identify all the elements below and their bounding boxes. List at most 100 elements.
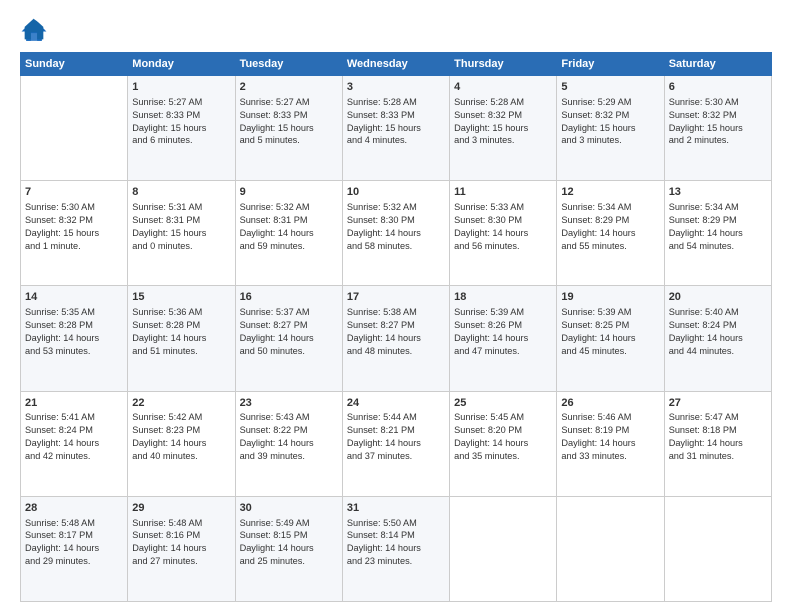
day-info: Sunrise: 5:38 AM Sunset: 8:27 PM Dayligh…: [347, 306, 445, 358]
day-number: 5: [561, 80, 659, 95]
day-number: 8: [132, 185, 230, 200]
week-row-2: 14Sunrise: 5:35 AM Sunset: 8:28 PM Dayli…: [21, 286, 772, 391]
calendar-cell: 5Sunrise: 5:29 AM Sunset: 8:32 PM Daylig…: [557, 76, 664, 181]
day-info: Sunrise: 5:33 AM Sunset: 8:30 PM Dayligh…: [454, 201, 552, 253]
calendar-cell: 28Sunrise: 5:48 AM Sunset: 8:17 PM Dayli…: [21, 496, 128, 601]
day-info: Sunrise: 5:31 AM Sunset: 8:31 PM Dayligh…: [132, 201, 230, 253]
calendar-cell: 16Sunrise: 5:37 AM Sunset: 8:27 PM Dayli…: [235, 286, 342, 391]
calendar-cell: 20Sunrise: 5:40 AM Sunset: 8:24 PM Dayli…: [664, 286, 771, 391]
day-number: 29: [132, 501, 230, 516]
day-number: 7: [25, 185, 123, 200]
calendar-cell: 14Sunrise: 5:35 AM Sunset: 8:28 PM Dayli…: [21, 286, 128, 391]
calendar-cell: 18Sunrise: 5:39 AM Sunset: 8:26 PM Dayli…: [450, 286, 557, 391]
weekday-header-row: SundayMondayTuesdayWednesdayThursdayFrid…: [21, 53, 772, 76]
day-info: Sunrise: 5:27 AM Sunset: 8:33 PM Dayligh…: [240, 96, 338, 148]
day-number: 22: [132, 396, 230, 411]
day-info: Sunrise: 5:49 AM Sunset: 8:15 PM Dayligh…: [240, 517, 338, 569]
weekday-header-friday: Friday: [557, 53, 664, 76]
day-info: Sunrise: 5:30 AM Sunset: 8:32 PM Dayligh…: [25, 201, 123, 253]
day-number: 16: [240, 290, 338, 305]
page: SundayMondayTuesdayWednesdayThursdayFrid…: [0, 0, 792, 612]
weekday-header-saturday: Saturday: [664, 53, 771, 76]
logo-icon: [20, 16, 48, 44]
day-info: Sunrise: 5:39 AM Sunset: 8:26 PM Dayligh…: [454, 306, 552, 358]
header: [20, 16, 772, 44]
day-number: 26: [561, 396, 659, 411]
day-number: 6: [669, 80, 767, 95]
calendar-cell: 19Sunrise: 5:39 AM Sunset: 8:25 PM Dayli…: [557, 286, 664, 391]
calendar-cell: 26Sunrise: 5:46 AM Sunset: 8:19 PM Dayli…: [557, 391, 664, 496]
day-number: 31: [347, 501, 445, 516]
day-info: Sunrise: 5:28 AM Sunset: 8:33 PM Dayligh…: [347, 96, 445, 148]
day-info: Sunrise: 5:50 AM Sunset: 8:14 PM Dayligh…: [347, 517, 445, 569]
day-number: 17: [347, 290, 445, 305]
weekday-header-tuesday: Tuesday: [235, 53, 342, 76]
calendar-cell: 12Sunrise: 5:34 AM Sunset: 8:29 PM Dayli…: [557, 181, 664, 286]
calendar-cell: 25Sunrise: 5:45 AM Sunset: 8:20 PM Dayli…: [450, 391, 557, 496]
day-number: 28: [25, 501, 123, 516]
week-row-3: 21Sunrise: 5:41 AM Sunset: 8:24 PM Dayli…: [21, 391, 772, 496]
day-info: Sunrise: 5:34 AM Sunset: 8:29 PM Dayligh…: [669, 201, 767, 253]
day-info: Sunrise: 5:41 AM Sunset: 8:24 PM Dayligh…: [25, 411, 123, 463]
calendar-cell: 4Sunrise: 5:28 AM Sunset: 8:32 PM Daylig…: [450, 76, 557, 181]
weekday-header-wednesday: Wednesday: [342, 53, 449, 76]
calendar-cell: 1Sunrise: 5:27 AM Sunset: 8:33 PM Daylig…: [128, 76, 235, 181]
calendar-cell: 17Sunrise: 5:38 AM Sunset: 8:27 PM Dayli…: [342, 286, 449, 391]
week-row-4: 28Sunrise: 5:48 AM Sunset: 8:17 PM Dayli…: [21, 496, 772, 601]
day-number: 23: [240, 396, 338, 411]
day-number: 2: [240, 80, 338, 95]
calendar-cell: 27Sunrise: 5:47 AM Sunset: 8:18 PM Dayli…: [664, 391, 771, 496]
day-info: Sunrise: 5:48 AM Sunset: 8:16 PM Dayligh…: [132, 517, 230, 569]
day-info: Sunrise: 5:44 AM Sunset: 8:21 PM Dayligh…: [347, 411, 445, 463]
day-number: 19: [561, 290, 659, 305]
day-number: 3: [347, 80, 445, 95]
day-number: 4: [454, 80, 552, 95]
day-number: 27: [669, 396, 767, 411]
calendar-cell: [21, 76, 128, 181]
day-info: Sunrise: 5:32 AM Sunset: 8:31 PM Dayligh…: [240, 201, 338, 253]
calendar-cell: 31Sunrise: 5:50 AM Sunset: 8:14 PM Dayli…: [342, 496, 449, 601]
day-info: Sunrise: 5:40 AM Sunset: 8:24 PM Dayligh…: [669, 306, 767, 358]
day-info: Sunrise: 5:35 AM Sunset: 8:28 PM Dayligh…: [25, 306, 123, 358]
day-number: 24: [347, 396, 445, 411]
calendar-cell: 11Sunrise: 5:33 AM Sunset: 8:30 PM Dayli…: [450, 181, 557, 286]
calendar-cell: [557, 496, 664, 601]
weekday-header-thursday: Thursday: [450, 53, 557, 76]
day-info: Sunrise: 5:39 AM Sunset: 8:25 PM Dayligh…: [561, 306, 659, 358]
day-number: 14: [25, 290, 123, 305]
calendar-cell: 21Sunrise: 5:41 AM Sunset: 8:24 PM Dayli…: [21, 391, 128, 496]
week-row-0: 1Sunrise: 5:27 AM Sunset: 8:33 PM Daylig…: [21, 76, 772, 181]
weekday-header-sunday: Sunday: [21, 53, 128, 76]
calendar-cell: 22Sunrise: 5:42 AM Sunset: 8:23 PM Dayli…: [128, 391, 235, 496]
day-number: 18: [454, 290, 552, 305]
day-number: 21: [25, 396, 123, 411]
day-info: Sunrise: 5:29 AM Sunset: 8:32 PM Dayligh…: [561, 96, 659, 148]
day-number: 10: [347, 185, 445, 200]
calendar-cell: 7Sunrise: 5:30 AM Sunset: 8:32 PM Daylig…: [21, 181, 128, 286]
day-info: Sunrise: 5:28 AM Sunset: 8:32 PM Dayligh…: [454, 96, 552, 148]
calendar-cell: [664, 496, 771, 601]
calendar-cell: 3Sunrise: 5:28 AM Sunset: 8:33 PM Daylig…: [342, 76, 449, 181]
day-number: 9: [240, 185, 338, 200]
day-info: Sunrise: 5:36 AM Sunset: 8:28 PM Dayligh…: [132, 306, 230, 358]
calendar-cell: 15Sunrise: 5:36 AM Sunset: 8:28 PM Dayli…: [128, 286, 235, 391]
calendar-cell: 10Sunrise: 5:32 AM Sunset: 8:30 PM Dayli…: [342, 181, 449, 286]
day-info: Sunrise: 5:48 AM Sunset: 8:17 PM Dayligh…: [25, 517, 123, 569]
day-number: 25: [454, 396, 552, 411]
calendar-cell: 2Sunrise: 5:27 AM Sunset: 8:33 PM Daylig…: [235, 76, 342, 181]
logo: [20, 16, 52, 44]
day-number: 13: [669, 185, 767, 200]
day-info: Sunrise: 5:27 AM Sunset: 8:33 PM Dayligh…: [132, 96, 230, 148]
day-number: 11: [454, 185, 552, 200]
calendar-table: SundayMondayTuesdayWednesdayThursdayFrid…: [20, 52, 772, 602]
day-number: 15: [132, 290, 230, 305]
calendar-cell: 24Sunrise: 5:44 AM Sunset: 8:21 PM Dayli…: [342, 391, 449, 496]
day-info: Sunrise: 5:47 AM Sunset: 8:18 PM Dayligh…: [669, 411, 767, 463]
week-row-1: 7Sunrise: 5:30 AM Sunset: 8:32 PM Daylig…: [21, 181, 772, 286]
day-info: Sunrise: 5:42 AM Sunset: 8:23 PM Dayligh…: [132, 411, 230, 463]
day-info: Sunrise: 5:37 AM Sunset: 8:27 PM Dayligh…: [240, 306, 338, 358]
day-info: Sunrise: 5:45 AM Sunset: 8:20 PM Dayligh…: [454, 411, 552, 463]
calendar-cell: 6Sunrise: 5:30 AM Sunset: 8:32 PM Daylig…: [664, 76, 771, 181]
day-info: Sunrise: 5:30 AM Sunset: 8:32 PM Dayligh…: [669, 96, 767, 148]
day-info: Sunrise: 5:46 AM Sunset: 8:19 PM Dayligh…: [561, 411, 659, 463]
